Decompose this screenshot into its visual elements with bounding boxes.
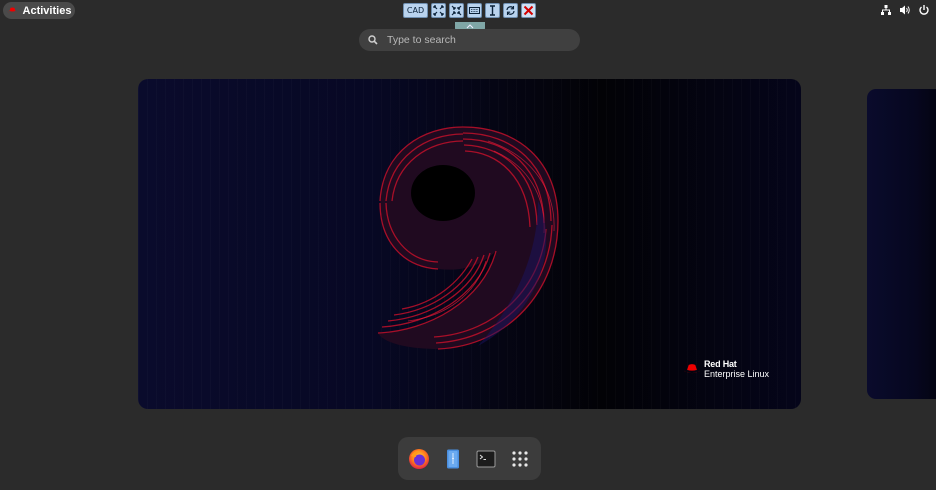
app-grid-icon bbox=[511, 450, 528, 467]
disconnect-button[interactable] bbox=[521, 3, 536, 18]
firefox-icon bbox=[409, 448, 430, 469]
close-icon bbox=[523, 5, 534, 16]
files-icon bbox=[446, 449, 459, 468]
search-box[interactable] bbox=[359, 29, 580, 51]
search-icon bbox=[368, 35, 378, 45]
power-icon[interactable] bbox=[918, 4, 930, 16]
activities-label: Activities bbox=[22, 4, 72, 17]
activities-button[interactable]: Activities bbox=[3, 2, 75, 19]
redhat-logo-icon bbox=[7, 7, 18, 13]
dock-item-firefox[interactable] bbox=[407, 447, 431, 471]
refresh-button[interactable] bbox=[503, 3, 518, 18]
wallpaper-nine-graphic bbox=[377, 126, 559, 350]
volume-icon[interactable] bbox=[899, 4, 911, 16]
fit-window-icon bbox=[451, 5, 462, 16]
system-tray bbox=[880, 4, 930, 16]
remote-toolbar: CAD bbox=[403, 3, 536, 18]
fullscreen-button[interactable] bbox=[431, 3, 446, 18]
workspace-thumbnail-current[interactable]: Red Hat Enterprise Linux bbox=[138, 79, 801, 409]
brand-name: Red Hat bbox=[704, 359, 737, 369]
workspace-thumbnail-next[interactable] bbox=[867, 89, 936, 399]
search-input[interactable] bbox=[387, 34, 557, 46]
dash bbox=[398, 437, 541, 480]
brand-product: Enterprise Linux bbox=[704, 369, 770, 379]
dock-item-files[interactable] bbox=[441, 447, 465, 471]
fit-window-button[interactable] bbox=[449, 3, 464, 18]
keyboard-button[interactable] bbox=[467, 3, 482, 18]
text-cursor-button[interactable] bbox=[485, 3, 500, 18]
keyboard-icon bbox=[469, 7, 480, 14]
rhel-brand: Red Hat Enterprise Linux bbox=[683, 359, 769, 379]
refresh-icon bbox=[506, 6, 515, 15]
show-applications-button[interactable] bbox=[508, 447, 532, 471]
terminal-icon bbox=[476, 450, 496, 467]
network-icon[interactable] bbox=[880, 4, 892, 16]
text-cursor-icon bbox=[490, 5, 495, 16]
ctrl-alt-del-button[interactable]: CAD bbox=[403, 3, 428, 18]
fullscreen-icon bbox=[433, 5, 444, 16]
chevron-up-icon bbox=[466, 23, 474, 28]
dock-item-terminal[interactable] bbox=[474, 447, 498, 471]
redhat-logo-icon bbox=[683, 364, 701, 374]
